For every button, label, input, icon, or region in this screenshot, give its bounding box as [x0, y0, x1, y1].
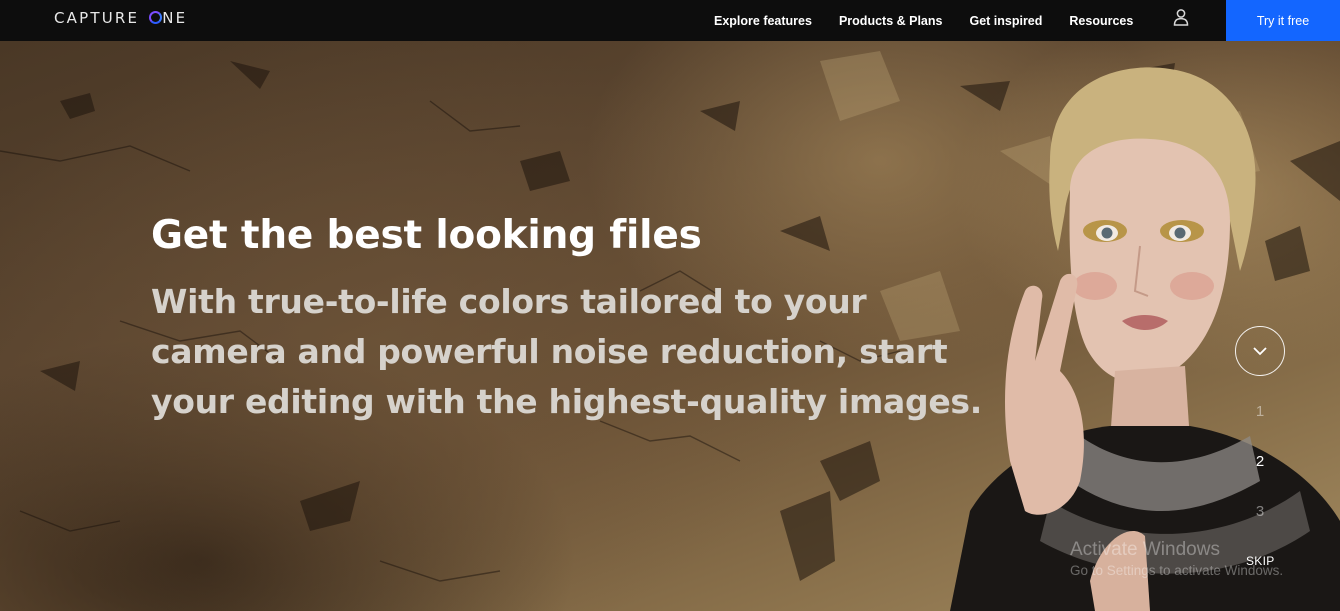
nav-link-explore-features[interactable]: Explore features — [714, 14, 812, 28]
nav-links: Explore features Products & Plans Get in… — [714, 0, 1160, 41]
top-navigation: CAPTURE NE Explore features Products & P… — [0, 0, 1340, 41]
hero-section: Get the best looking files With true-to-… — [0, 41, 1340, 611]
hero-subheadline: With true-to-life colors tailored to you… — [151, 282, 982, 421]
nav-link-products-plans[interactable]: Products & Plans — [839, 14, 943, 28]
nav-link-resources[interactable]: Resources — [1069, 14, 1133, 28]
logo-o-icon — [149, 11, 163, 24]
try-it-free-button[interactable]: Try it free — [1226, 0, 1340, 41]
logo-text-prefix: CAPTURE — [54, 9, 147, 27]
hero-headline: Get the best looking files — [151, 213, 702, 258]
pager-item-2[interactable]: 2 — [1248, 451, 1272, 501]
chevron-down-icon — [1253, 347, 1267, 356]
user-icon[interactable] — [1172, 8, 1190, 26]
nav-link-get-inspired[interactable]: Get inspired — [969, 14, 1042, 28]
pager-item-1[interactable]: 1 — [1248, 401, 1272, 451]
logo-text-suffix: NE — [162, 9, 188, 27]
skip-button[interactable]: SKIP — [1246, 554, 1275, 568]
capture-one-logo[interactable]: CAPTURE NE — [54, 9, 187, 27]
scroll-down-button[interactable] — [1235, 326, 1285, 376]
slide-pager: 1 2 3 — [1248, 401, 1272, 551]
